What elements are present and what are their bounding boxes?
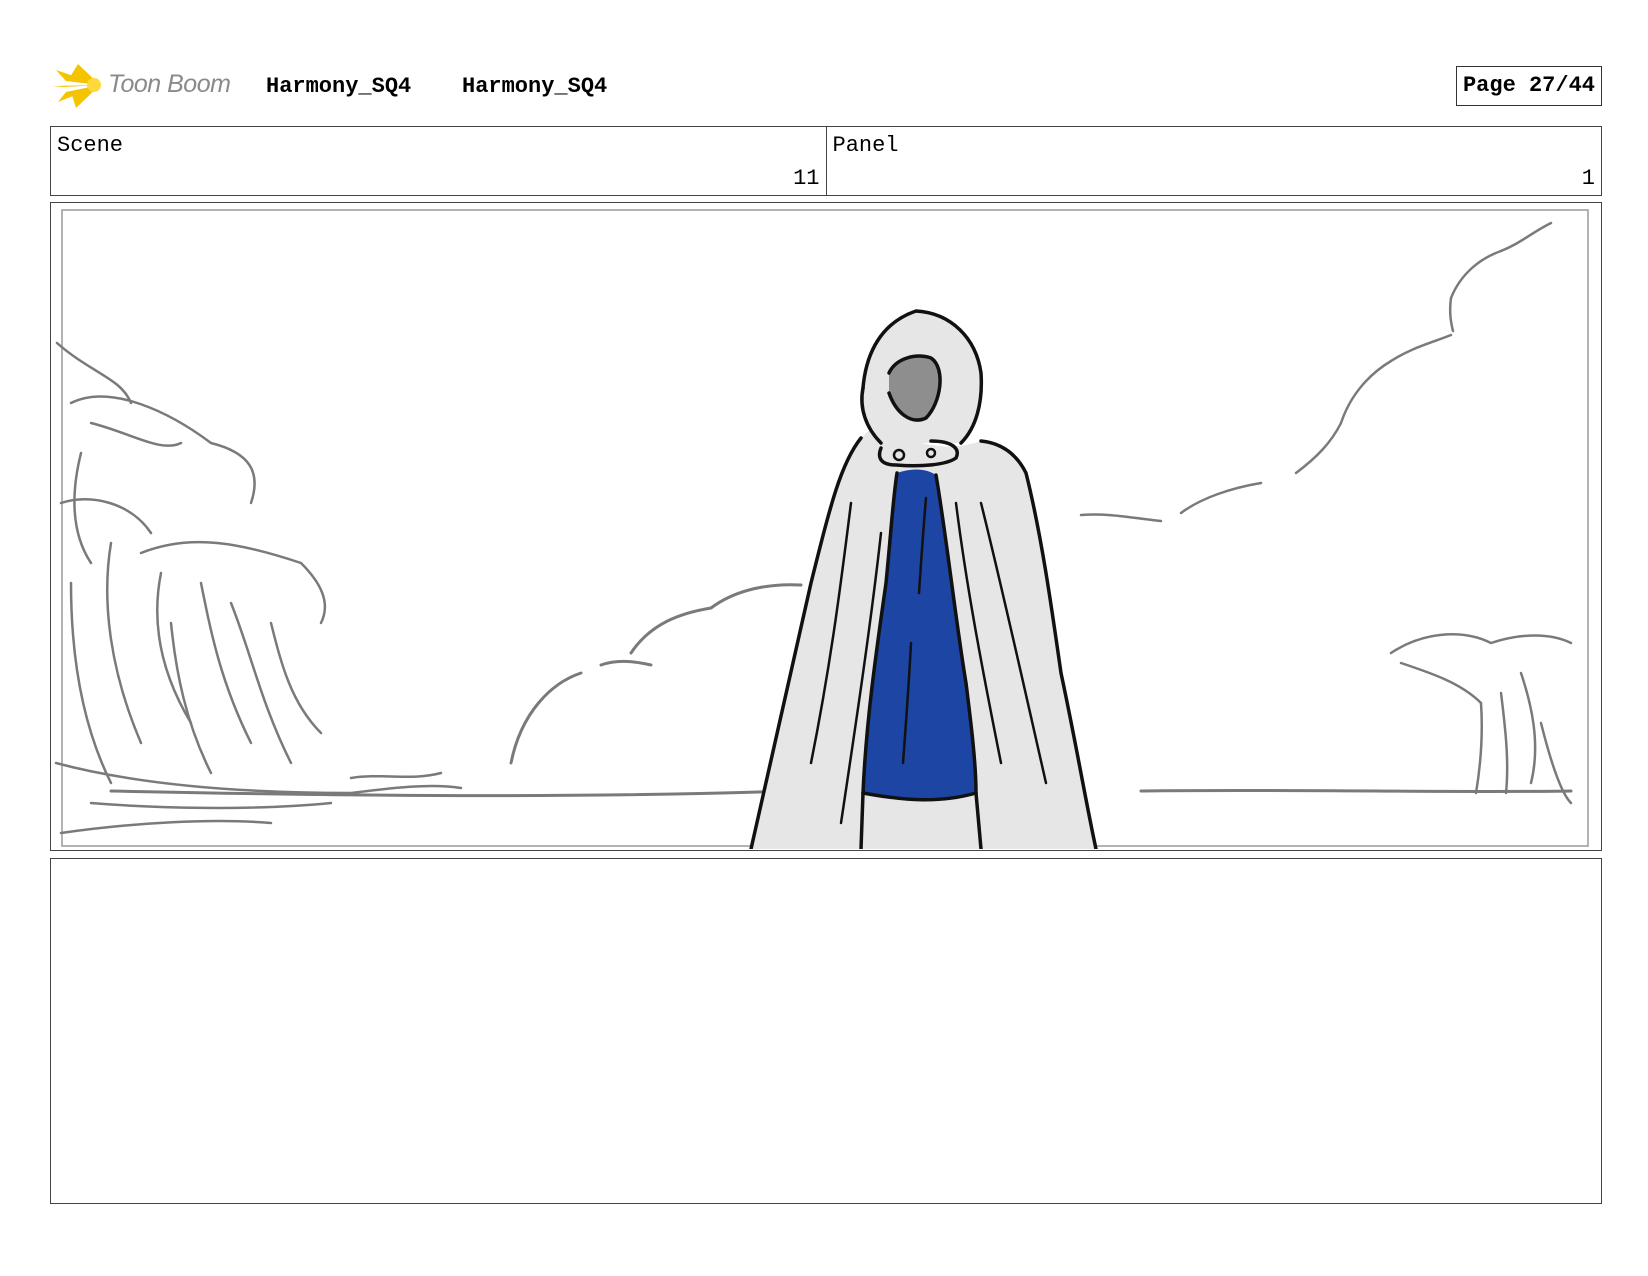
panel-sketch	[54, 209, 1589, 849]
scene-cell: Scene 11	[51, 127, 826, 195]
page-indicator: Page 27/44	[1455, 66, 1602, 106]
panel-number: 1	[1581, 166, 1595, 191]
star-burst-icon	[52, 64, 101, 108]
scene-number: 11	[793, 166, 820, 191]
hooded-figure	[749, 309, 1098, 849]
scene-label: Scene	[57, 133, 124, 158]
right-tree-sketch	[1389, 633, 1573, 805]
sequence-name: Harmony_SQ4	[462, 74, 608, 99]
toon-boom-logo: Toon Boom	[50, 60, 250, 110]
background-clouds	[509, 583, 803, 765]
project-name: Harmony_SQ4	[266, 74, 412, 99]
left-tree-sketch	[54, 341, 463, 835]
storyboard-panel-image	[50, 202, 1602, 851]
right-hills-sketch	[1079, 221, 1553, 523]
scene-panel-info: Scene 11 Panel 1	[50, 126, 1602, 196]
storyboard-header: Toon Boom Harmony_SQ4 Harmony_SQ4 Page 2…	[50, 58, 1602, 110]
panel-notes-area	[50, 858, 1602, 1204]
panel-cell: Panel 1	[825, 127, 1602, 195]
logo-wordmark: Toon Boom	[108, 70, 231, 98]
panel-label: Panel	[832, 133, 899, 158]
